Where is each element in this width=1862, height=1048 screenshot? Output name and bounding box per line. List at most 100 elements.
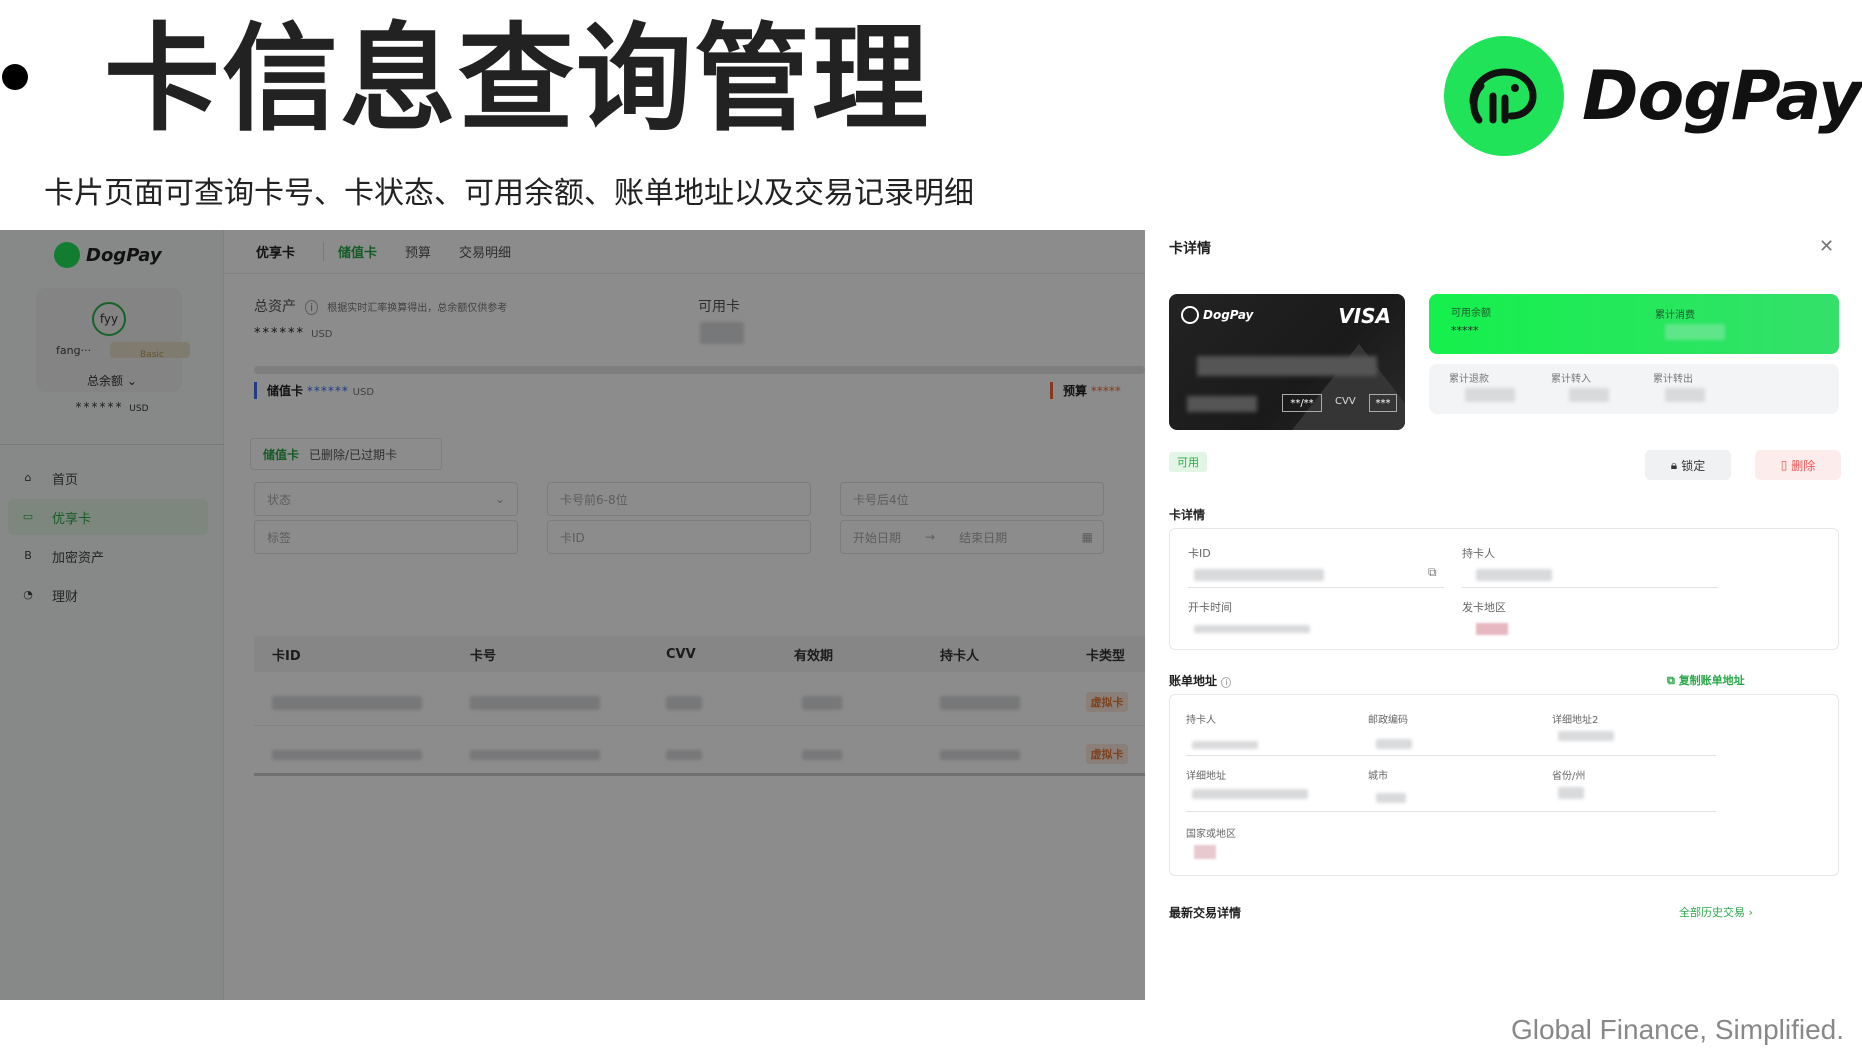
- sidebar-item-crypto[interactable]: B 加密资产: [8, 538, 208, 574]
- tag-input[interactable]: 标签: [254, 520, 518, 554]
- col-card-id[interactable]: 卡ID: [272, 636, 301, 672]
- all-history-link[interactable]: 全部历史交易 ›: [1679, 904, 1753, 920]
- card-holder-masked: [1187, 396, 1257, 412]
- sidebar-brand-name: DogPay: [86, 244, 162, 266]
- col-cvv[interactable]: CVV: [666, 636, 696, 672]
- calendar-icon: ▦: [1081, 530, 1093, 544]
- sidebar-item-wealth[interactable]: ◔ 理财: [8, 577, 208, 613]
- card-detail-drawer: 卡详情 ✕ DogPay VISA **/** CVV *** 可用余额 ***…: [1145, 230, 1862, 1000]
- dog-logo-icon: [54, 242, 80, 268]
- available-cards-value: [700, 322, 744, 344]
- dog-logo-icon: [1444, 36, 1564, 156]
- table-row[interactable]: 虚拟卡: [254, 730, 1145, 776]
- address-label: 详细地址: [1186, 771, 1226, 782]
- total-out-label: 累计转出: [1653, 374, 1693, 385]
- card-prefix-input[interactable]: 卡号前6-8位: [547, 482, 811, 516]
- sidebar-item-home[interactable]: ⌂ 首页: [8, 460, 208, 496]
- available-balance-label: 可用余额: [1451, 308, 1491, 319]
- col-expiry[interactable]: 有效期: [794, 636, 833, 672]
- avatar: fyy: [92, 302, 126, 336]
- profile-name: fang···: [56, 344, 92, 357]
- billing-holder-label: 持卡人: [1186, 715, 1216, 726]
- card-visual: DogPay VISA **/** CVV ***: [1169, 294, 1405, 430]
- delete-button[interactable]: ▯ 删除: [1755, 450, 1841, 480]
- billing-address-box: 持卡人 邮政编码 详细地址2 详细地址 城市 省份/州 国家或地区: [1169, 694, 1839, 876]
- available-balance-panel: 可用余额 ***** 累计消费: [1429, 294, 1839, 354]
- latest-transactions-heading: 最新交易详情: [1169, 906, 1242, 920]
- province-label: 省份/州: [1552, 771, 1586, 782]
- asset-progress-bar: [254, 366, 1145, 374]
- subtab-stored[interactable]: 储值卡: [263, 446, 299, 463]
- card-details-heading: 卡详情: [1169, 508, 1206, 522]
- sidebar: DogPay fyy fang··· Basic 总余额 ⌄ ****** US…: [0, 230, 224, 1000]
- tab-stored-card[interactable]: 储值卡: [323, 242, 377, 261]
- footer-tagline: Global Finance, Simplified.: [1510, 1014, 1844, 1045]
- slide-subtitle: 卡片页面可查询卡号、卡状态、可用余额、账单地址以及交易记录明细: [44, 176, 974, 211]
- close-icon[interactable]: ✕: [1819, 236, 1834, 257]
- tab-premium-card[interactable]: 优享卡: [256, 242, 295, 261]
- drawer-title: 卡详情: [1169, 241, 1211, 257]
- date-range-picker[interactable]: 开始日期 → 结束日期 ▦: [840, 520, 1104, 554]
- col-holder[interactable]: 持卡人: [940, 636, 979, 672]
- stats-panel: 累计退款 累计转入 累计转出: [1429, 364, 1839, 414]
- card-type-tag: 虚拟卡: [1086, 692, 1128, 712]
- total-refund-label: 累计退款: [1449, 374, 1489, 385]
- cvv-label: CVV: [1335, 396, 1356, 407]
- country-label: 国家或地区: [1186, 829, 1236, 840]
- crypto-icon: B: [24, 549, 32, 562]
- copy-icon: ⧉: [1667, 674, 1679, 687]
- tab-transactions[interactable]: 交易明细: [459, 242, 511, 261]
- total-assets-value: ****** USD: [254, 326, 333, 341]
- visa-logo: VISA: [1338, 304, 1391, 328]
- copy-icon[interactable]: ⧉: [1428, 565, 1437, 580]
- sidebar-brand[interactable]: DogPay: [54, 242, 162, 268]
- table-header: [254, 636, 1145, 672]
- copy-billing-address-link[interactable]: ⧉ 复制账单地址: [1667, 672, 1745, 688]
- card-cvv: ***: [1369, 394, 1397, 412]
- table-row[interactable]: 虚拟卡: [254, 680, 1145, 726]
- lock-icon: 🔒︎: [1670, 457, 1678, 472]
- total-assets-hint: 根据实时汇率换算得出，总余额仅供参考: [327, 303, 508, 314]
- total-balance-value: ****** USD: [75, 400, 149, 414]
- available-balance-value: *****: [1451, 324, 1479, 337]
- home-icon: ⌂: [24, 471, 32, 484]
- billing-address-heading: 账单地址 i: [1169, 672, 1232, 689]
- city-label: 城市: [1368, 771, 1388, 782]
- address2-label: 详细地址2: [1552, 715, 1599, 726]
- stored-card-legend: 储值卡 ****** USD: [254, 382, 374, 399]
- total-spent-label: 累计消费: [1655, 310, 1695, 321]
- card-subtabs: 储值卡 已删除/已过期卡: [250, 438, 442, 470]
- available-cards-label: 可用卡: [698, 299, 740, 315]
- card-list-page: DogPay fyy fang··· Basic 总余额 ⌄ ****** US…: [0, 230, 1145, 1000]
- budget-legend: 预算 *****: [1050, 382, 1121, 399]
- chevron-down-icon: ⌄: [126, 374, 137, 388]
- trash-icon: ▯: [1780, 458, 1788, 472]
- total-assets: 总资产 i 根据实时汇率换算得出，总余额仅供参考: [254, 296, 507, 316]
- col-card-type[interactable]: 卡类型: [1086, 636, 1125, 672]
- total-balance-label[interactable]: 总余额 ⌄: [0, 372, 224, 389]
- card-details-box: 卡ID ⧉ 持卡人 开卡时间 发卡地区: [1169, 528, 1839, 650]
- dog-logo-icon: [1181, 306, 1199, 324]
- sidebar-divider: [0, 444, 224, 445]
- lock-button[interactable]: 🔒︎ 锁定: [1645, 450, 1731, 480]
- open-time-label: 开卡时间: [1188, 601, 1232, 614]
- card-suffix-input[interactable]: 卡号后4位: [840, 482, 1104, 516]
- info-icon[interactable]: i: [305, 300, 319, 315]
- wealth-icon: ◔: [23, 588, 33, 601]
- chevron-down-icon: ⌄: [494, 492, 505, 506]
- total-in-label: 累计转入: [1551, 374, 1591, 385]
- card-number-masked: [1197, 356, 1377, 376]
- info-icon[interactable]: i: [1221, 677, 1232, 688]
- app-screenshot: DogPay fyy fang··· Basic 总余额 ⌄ ****** US…: [0, 230, 1862, 1000]
- subtab-deleted-expired[interactable]: 已删除/已过期卡: [309, 446, 397, 463]
- tab-budget[interactable]: 预算: [405, 242, 431, 261]
- card-id-label: 卡ID: [1188, 547, 1211, 560]
- brand-logo: DogPay: [1444, 36, 1862, 156]
- status-select[interactable]: 状态 ⌄: [254, 482, 518, 516]
- slide-title-block: 卡信息查询管理: [0, 0, 1200, 160]
- sidebar-item-premium-card[interactable]: ▭ 优享卡: [8, 499, 208, 535]
- slide-title: 卡信息查询管理: [104, 12, 930, 147]
- card-id-input[interactable]: 卡ID: [547, 520, 811, 554]
- col-card-number[interactable]: 卡号: [470, 636, 496, 672]
- zip-label: 邮政编码: [1368, 715, 1408, 726]
